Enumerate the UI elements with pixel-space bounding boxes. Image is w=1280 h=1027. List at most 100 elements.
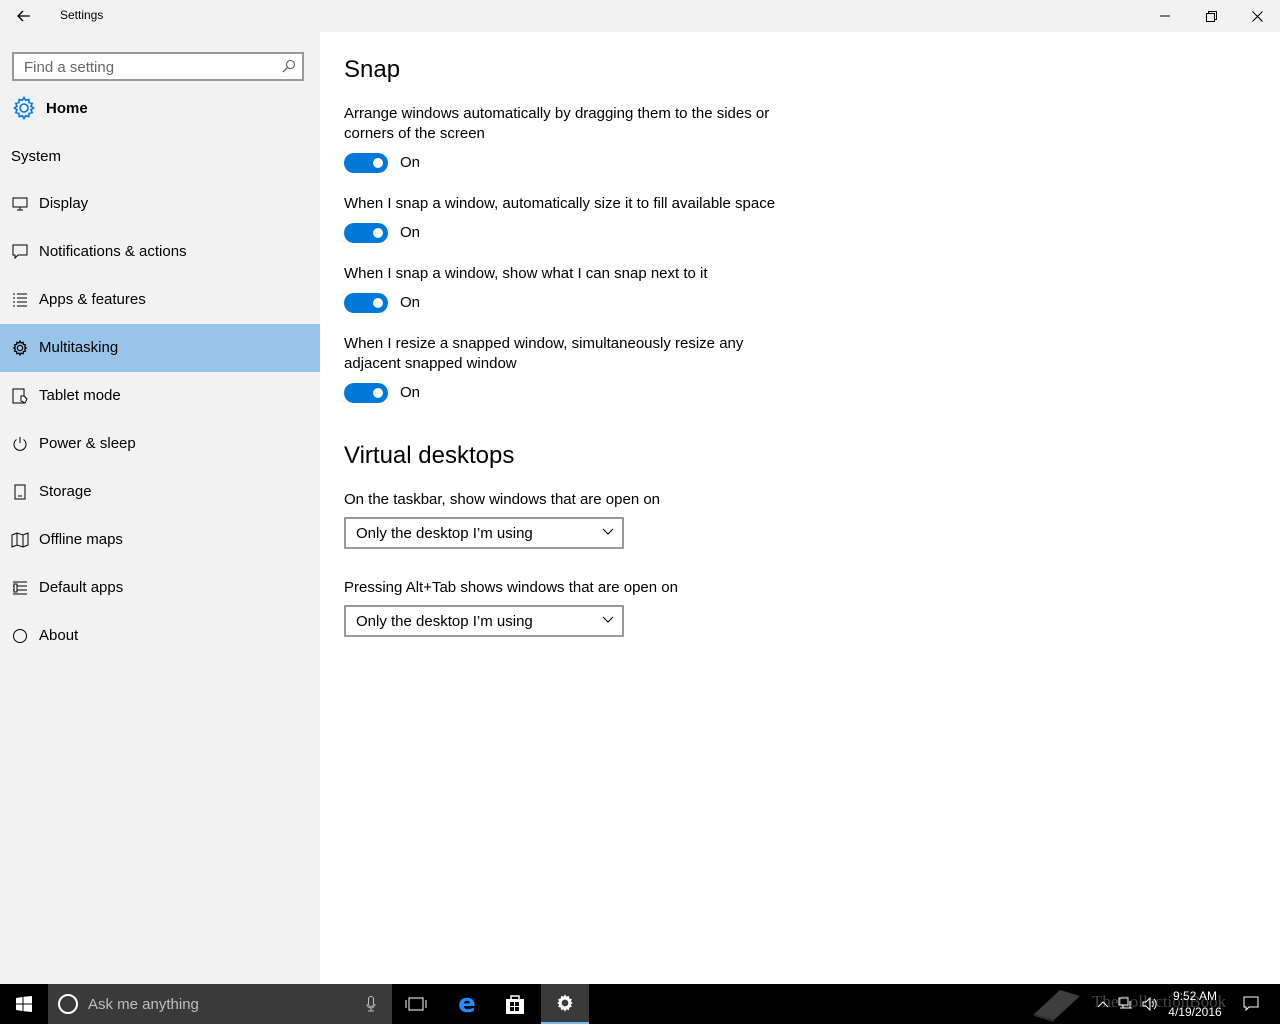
search-icon <box>282 59 296 73</box>
task-view-button[interactable] <box>392 984 440 1024</box>
window-title: Settings <box>60 8 104 22</box>
book-logo-icon <box>1034 990 1080 1022</box>
sidebar-item-display[interactable]: Display <box>0 180 320 228</box>
sidebar-item-power[interactable]: Power & sleep <box>0 420 320 468</box>
cortana-icon <box>58 994 78 1014</box>
snap-setting-label: When I snap a window, automatically size… <box>344 195 776 212</box>
minimize-button[interactable] <box>1142 0 1188 32</box>
group-label-system: System <box>11 148 62 165</box>
windows-logo-icon <box>16 996 32 1012</box>
toggle-knob <box>373 228 383 238</box>
message-icon <box>11 244 29 260</box>
cortana-search-box[interactable]: Ask me anything <box>48 984 392 1024</box>
toggle-knob <box>373 388 383 398</box>
toggle-state: On <box>400 294 421 311</box>
gear-icon <box>11 340 29 356</box>
dropdown-value: Only the desktop I’m using <box>356 613 533 630</box>
show-hidden-icons-button[interactable] <box>1094 984 1112 1024</box>
action-center-button[interactable] <box>1238 984 1264 1024</box>
search-input[interactable]: Find a setting <box>12 52 304 81</box>
storage-icon <box>11 484 29 500</box>
close-icon <box>1251 10 1263 22</box>
title-bar: Settings <box>0 0 1280 32</box>
sidebar-item-offline-maps[interactable]: Offline maps <box>0 516 320 564</box>
snap-arrange-toggle[interactable] <box>344 153 388 173</box>
network-button[interactable] <box>1116 984 1136 1024</box>
toggle-state: On <box>400 154 421 171</box>
close-button[interactable] <box>1234 0 1280 32</box>
sidebar-item-label: Offline maps <box>39 531 123 548</box>
power-icon <box>11 436 29 452</box>
back-arrow-icon <box>17 10 30 22</box>
taskbar-setting-label: On the taskbar, show windows that are op… <box>344 491 661 508</box>
settings-taskbar-button[interactable] <box>541 984 589 1024</box>
home-link[interactable]: Home <box>12 96 88 120</box>
start-button[interactable] <box>0 984 48 1024</box>
toggle-knob <box>373 298 383 308</box>
dropdown-value: Only the desktop I’m using <box>356 525 533 542</box>
sidebar-item-tablet-mode[interactable]: Tablet mode <box>0 372 320 420</box>
chevron-down-icon <box>602 616 614 623</box>
snap-heading: Snap <box>344 56 401 83</box>
sidebar-item-label: Power & sleep <box>39 435 136 452</box>
snap-setting-label: When I resize a snapped window, simultan… <box>344 335 744 372</box>
snap-setting-label: Arrange windows automatically by draggin… <box>344 105 770 142</box>
search-placeholder: Find a setting <box>24 59 115 76</box>
monitor-icon <box>11 196 29 212</box>
chevron-down-icon <box>602 528 614 535</box>
sidebar-item-default-apps[interactable]: Default apps <box>0 564 320 612</box>
alt-tab-windows-dropdown[interactable]: Only the desktop I’m using <box>344 605 624 637</box>
notification-icon <box>1243 996 1259 1012</box>
snap-assist-toggle[interactable] <box>344 293 388 313</box>
store-taskbar-button[interactable] <box>491 984 539 1024</box>
sidebar-item-label: Multitasking <box>39 339 119 356</box>
snap-resize-toggle[interactable] <box>344 383 388 403</box>
sidebar-item-label: Notifications & actions <box>39 243 187 260</box>
cortana-placeholder: Ask me anything <box>88 996 199 1013</box>
volume-button[interactable] <box>1140 984 1160 1024</box>
sidebar-item-label: Storage <box>39 483 92 500</box>
restore-button[interactable] <box>1188 0 1234 32</box>
edge-taskbar-button[interactable]: e <box>443 984 491 1024</box>
list-icon <box>11 292 29 308</box>
sidebar-item-label: Tablet mode <box>39 387 121 404</box>
content-pane: Snap Arrange windows automatically by dr… <box>320 32 1280 984</box>
taskbar-windows-dropdown[interactable]: Only the desktop I’m using <box>344 517 624 549</box>
sidebar-item-label: Apps & features <box>39 291 146 308</box>
sidebar-item-multitasking[interactable]: Multitasking <box>0 324 320 372</box>
store-icon <box>506 995 524 1014</box>
toggle-knob <box>373 158 383 168</box>
toggle-state: On <box>400 384 421 401</box>
clock-time: 9:52 AM <box>1172 989 1218 1003</box>
microphone-icon <box>366 996 376 1012</box>
snap-autosize-toggle[interactable] <box>344 223 388 243</box>
taskbar: Ask me anything e TheCollectionBook 9:52… <box>0 984 1280 1024</box>
sidebar-item-label: Default apps <box>39 579 124 596</box>
network-icon <box>1118 997 1132 1009</box>
sidebar-item-label: About <box>39 627 79 644</box>
virtual-desktops-heading: Virtual desktops <box>344 442 515 469</box>
clock-date: 4/19/2016 <box>1168 1005 1222 1019</box>
task-view-icon <box>405 997 427 1011</box>
map-icon <box>11 532 29 548</box>
home-label: Home <box>46 99 88 117</box>
sidebar-item-apps[interactable]: Apps & features <box>0 276 320 324</box>
minimize-icon <box>1160 15 1170 17</box>
sidebar-item-notifications[interactable]: Notifications & actions <box>0 228 320 276</box>
default-apps-icon <box>11 580 29 596</box>
gear-icon <box>13 96 35 120</box>
sidebar: Find a setting Home System Display Notif… <box>0 32 320 984</box>
alt-tab-setting-label: Pressing Alt+Tab shows windows that are … <box>344 579 678 596</box>
info-icon <box>11 628 29 644</box>
snap-setting-label: When I snap a window, show what I can sn… <box>344 265 708 282</box>
chevron-up-icon <box>1097 1001 1109 1008</box>
edge-icon: e <box>458 989 476 1019</box>
sidebar-item-label: Display <box>39 195 89 212</box>
sidebar-item-about[interactable]: About <box>0 612 320 660</box>
taskbar-clock[interactable]: 9:52 AM 4/19/2016 <box>1160 988 1230 1020</box>
volume-icon <box>1142 997 1157 1011</box>
sidebar-item-storage[interactable]: Storage <box>0 468 320 516</box>
back-button[interactable] <box>0 0 48 32</box>
restore-icon <box>1205 10 1217 22</box>
gear-icon <box>557 994 573 1012</box>
